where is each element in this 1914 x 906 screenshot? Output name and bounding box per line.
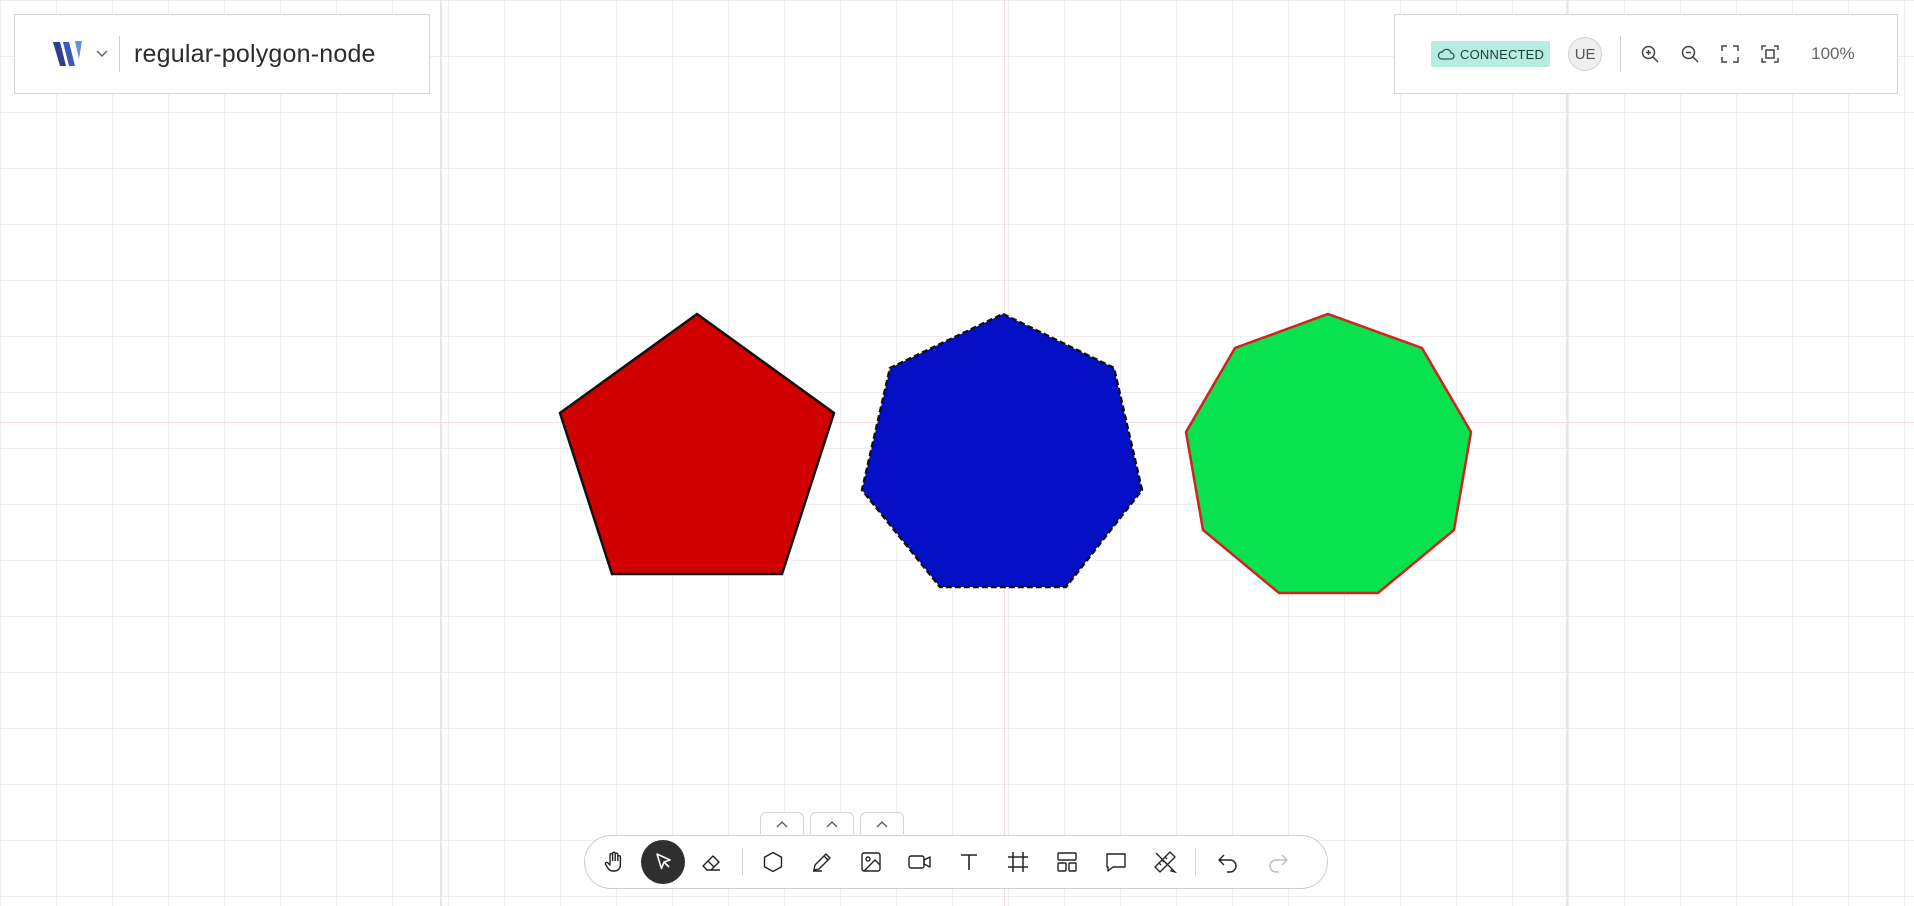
document-header: regular-polygon-node (14, 14, 430, 94)
hand-icon[interactable] (592, 840, 636, 884)
pointer-icon[interactable] (641, 840, 685, 884)
divider (1620, 36, 1622, 72)
redo-icon[interactable] (1256, 840, 1300, 884)
text-icon[interactable] (947, 840, 991, 884)
bottom-toolbar (584, 835, 1328, 889)
image-icon[interactable] (849, 840, 893, 884)
ruler-pencil-icon[interactable] (1143, 840, 1187, 884)
brand-logo-icon[interactable] (51, 38, 91, 70)
chevron-down-icon[interactable] (95, 47, 109, 61)
pencil-icon[interactable] (800, 840, 844, 884)
connection-status-label: CONNECTED (1460, 46, 1545, 62)
comment-icon[interactable] (1094, 840, 1138, 884)
fullscreen-icon[interactable] (1717, 41, 1743, 67)
zoom-in-icon[interactable] (1637, 41, 1663, 67)
divider (119, 36, 120, 72)
user-avatar[interactable]: UE (1568, 37, 1603, 71)
frame-icon[interactable] (996, 840, 1040, 884)
template-icon[interactable] (1045, 840, 1089, 884)
cloud-icon (1437, 48, 1455, 60)
undo-icon[interactable] (1206, 840, 1250, 884)
document-title[interactable]: regular-polygon-node (134, 40, 376, 69)
chevron-up-icon[interactable] (760, 812, 804, 834)
status-bar: CONNECTED UE 100% (1394, 14, 1898, 94)
zoom-level[interactable]: 100% (1811, 44, 1854, 64)
eraser-icon[interactable] (690, 840, 734, 884)
toolbar-divider (742, 848, 743, 876)
zoom-out-icon[interactable] (1677, 41, 1703, 67)
canvas-shapes (558, 312, 1473, 595)
toolbar-divider (1195, 848, 1196, 876)
hexagon-icon[interactable] (751, 840, 795, 884)
nonagon-shape[interactable] (1184, 312, 1473, 595)
video-icon[interactable] (898, 840, 942, 884)
pentagon-shape[interactable] (558, 312, 836, 576)
chevron-up-icon[interactable] (810, 812, 854, 834)
chevron-up-icon[interactable] (860, 812, 904, 834)
heptagon-shape[interactable] (860, 312, 1144, 589)
connection-status-badge: CONNECTED (1431, 41, 1551, 67)
fit-to-screen-icon[interactable] (1757, 41, 1783, 67)
